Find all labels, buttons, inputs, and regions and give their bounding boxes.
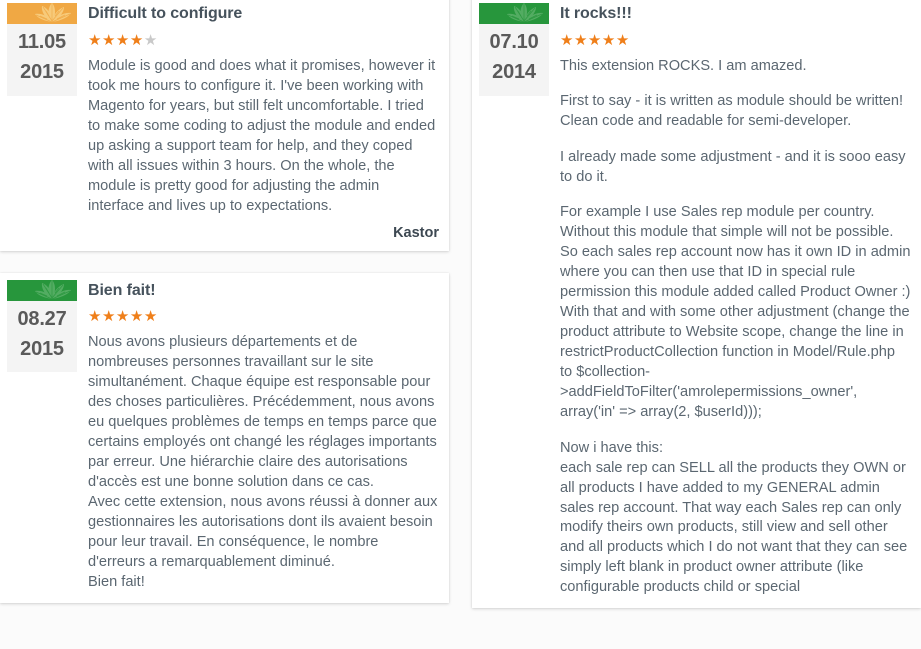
review-text: This extension ROCKS. I am amazed. First… (560, 57, 911, 599)
review-body: Difficult to configure ★★★★★ Module is g… (88, 3, 439, 241)
review-paragraph: Bien fait! (88, 574, 145, 591)
review-paragraph: Now i have this: (560, 439, 664, 456)
reviews-column-right: 07.10 2014 It rocks!!! ★★★★★ This extens… (472, 0, 921, 649)
star-icon-filled: ★ (101, 308, 116, 326)
review-title: Difficult to configure (88, 5, 243, 22)
review-paragraph: This extension ROCKS. I am amazed. (560, 57, 807, 74)
star-icon-filled: ★ (101, 31, 116, 49)
review-paragraph: I already made some adjustment - and it … (560, 148, 906, 185)
review-card[interactable]: 07.10 2014 It rocks!!! ★★★★★ This extens… (472, 0, 921, 609)
star-icon-filled: ★ (573, 31, 588, 49)
review-title: Bien fait! (88, 281, 156, 299)
badge-color-bar (7, 3, 77, 24)
review-paragraph: Nous avons plusieurs départements et de … (88, 334, 437, 491)
review-date-year: 2014 (492, 61, 536, 84)
review-paragraph: First to say - it is written as module s… (560, 93, 904, 130)
review-text: Nous avons plusieurs départements et de … (88, 333, 439, 593)
review-paragraph: Module is good and does what it promises… (88, 57, 436, 214)
leaf-icon (35, 279, 71, 299)
review-rating-stars: ★★★★★ (88, 33, 439, 48)
leaf-icon (507, 3, 543, 23)
review-date-year: 2015 (20, 61, 64, 84)
review-rating-stars: ★★★★★ (88, 309, 439, 324)
star-icon-filled: ★ (88, 31, 102, 49)
star-icon-filled: ★ (129, 31, 144, 49)
star-icon-filled: ★ (115, 31, 130, 49)
star-icon-filled: ★ (615, 31, 630, 49)
review-text: Module is good and does what it promises… (88, 57, 439, 217)
star-icon-filled: ★ (129, 308, 144, 326)
review-body: It rocks!!! ★★★★★ This extension ROCKS. … (560, 3, 911, 598)
star-icon-filled: ★ (601, 31, 616, 49)
star-icon-empty: ★ (143, 31, 158, 49)
reviews-list: 11.05 2015 Difficult to configure ★★★★★ … (0, 0, 921, 649)
review-title: It rocks!!! (560, 5, 632, 22)
star-icon-filled: ★ (560, 31, 574, 49)
star-icon-filled: ★ (587, 31, 602, 49)
review-date-badge: 11.05 2015 (7, 3, 77, 96)
review-date-day: 07.10 (489, 31, 539, 53)
review-date-badge: 08.27 2015 (7, 279, 77, 373)
leaf-icon (35, 3, 71, 23)
review-paragraph: each sale rep can SELL all the products … (560, 459, 908, 596)
badge-color-bar (7, 279, 77, 301)
review-date-day: 11.05 (18, 31, 66, 53)
review-rating-stars: ★★★★★ (560, 33, 911, 48)
review-card[interactable]: 11.05 2015 Difficult to configure ★★★★★ … (0, 0, 449, 251)
review-paragraph: Avec cette extension, nous avons réussi … (88, 494, 438, 571)
review-card[interactable]: 08.27 2015 Bien fait! ★★★★★ Nous avons p… (0, 272, 449, 604)
review-date-badge: 07.10 2014 (479, 3, 549, 96)
review-paragraph: For example I use Sales rep module per c… (560, 204, 911, 421)
star-icon-filled: ★ (88, 308, 102, 326)
review-author: Kastor (393, 224, 439, 241)
badge-color-bar (479, 3, 549, 24)
review-date-year: 2015 (20, 338, 64, 361)
star-icon-filled: ★ (115, 308, 130, 326)
review-date-day: 08.27 (17, 307, 67, 330)
star-icon-filled: ★ (143, 308, 158, 326)
reviews-column-left: 11.05 2015 Difficult to configure ★★★★★ … (0, 0, 449, 649)
review-body: Bien fait! ★★★★★ Nous avons plusieurs dé… (88, 280, 439, 594)
